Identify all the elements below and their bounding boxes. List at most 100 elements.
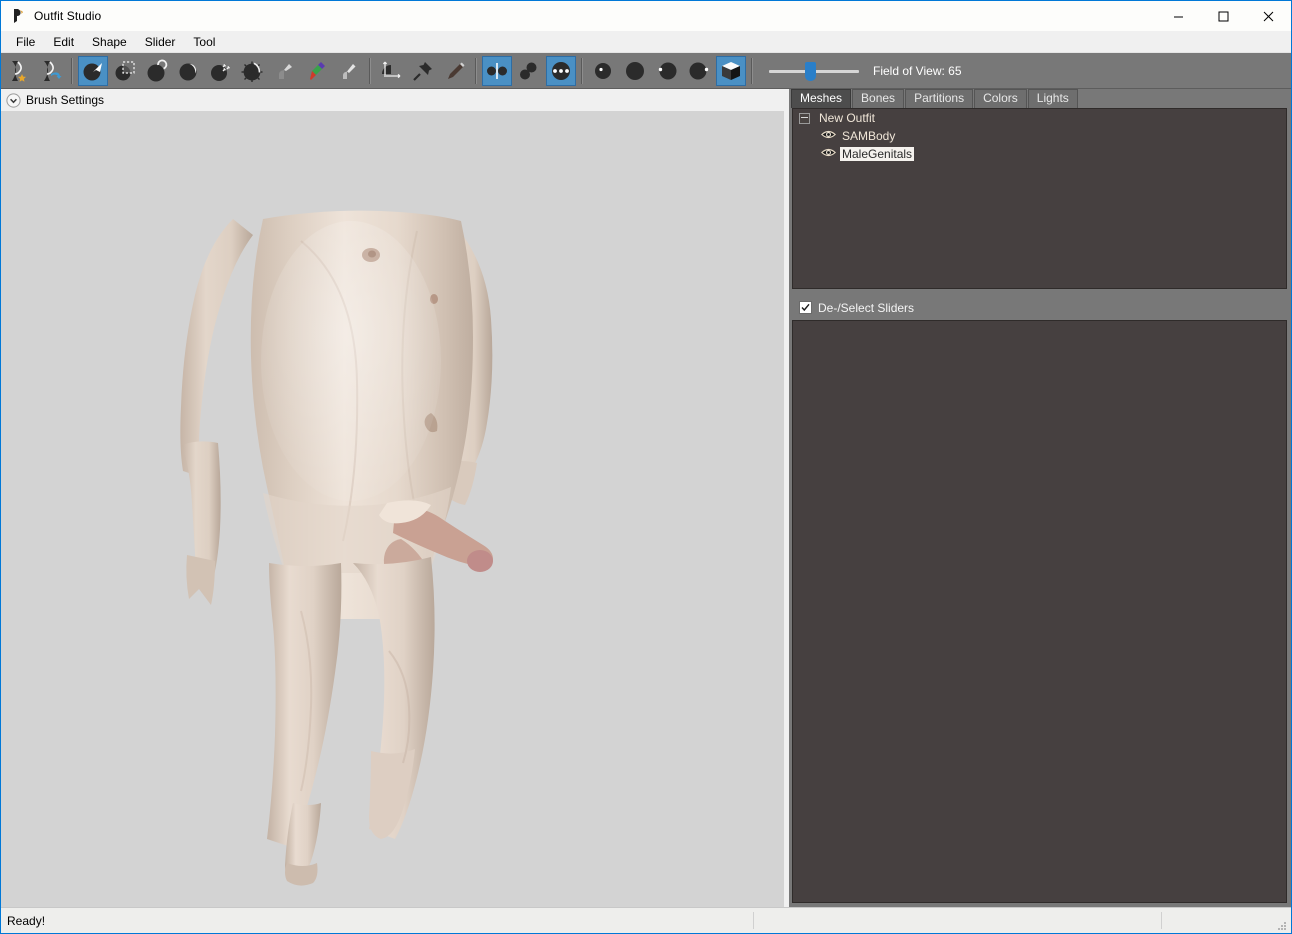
move-brush-icon <box>209 59 233 83</box>
right-panel: Meshes Bones Partitions Colors Lights Ne… <box>789 89 1291 907</box>
eye-visible-icon[interactable] <box>820 147 837 161</box>
menu-slider[interactable]: Slider <box>136 33 185 51</box>
smooth-brush-icon <box>241 59 265 83</box>
tool-alpha-paint-button[interactable] <box>334 56 364 86</box>
status-field-2 <box>753 912 1161 929</box>
tool-smooth-button[interactable] <box>238 56 268 86</box>
field-of-view-slider[interactable] <box>769 61 859 81</box>
toggle-connected-only-button[interactable] <box>514 56 544 86</box>
marquee-select-icon <box>113 59 137 83</box>
menu-shape[interactable]: Shape <box>83 33 136 51</box>
toggle-solid-view-button[interactable] <box>716 55 746 86</box>
symmetry-mirror-icon <box>485 59 509 83</box>
male-body-mesh <box>1 111 784 907</box>
tool-inflate-button[interactable] <box>142 56 172 86</box>
chevron-down-circle-icon[interactable] <box>6 92 21 108</box>
tree-item-new-outfit[interactable]: New Outfit <box>793 109 1286 127</box>
menu-bar: File Edit Shape Slider Tool <box>1 31 1291 53</box>
wireframe-icon <box>687 59 711 83</box>
tool-deflate-button[interactable] <box>174 56 204 86</box>
tool-marquee-button[interactable] <box>110 56 140 86</box>
tool-select-button[interactable] <box>78 55 108 86</box>
close-button[interactable] <box>1246 1 1291 31</box>
viewport-column: Brush Settings <box>1 89 784 907</box>
deselect-sliders-checkbox[interactable] <box>799 301 812 314</box>
tree-item-malegenitals[interactable]: MaleGenitals <box>793 145 1286 163</box>
tab-meshes[interactable]: Meshes <box>791 89 852 108</box>
status-field-3 <box>1161 912 1291 929</box>
tool-pivot-button[interactable] <box>408 56 438 86</box>
toolbar-separator <box>475 57 477 84</box>
right-panel-tabs: Meshes Bones Partitions Colors Lights <box>789 89 1291 108</box>
title-bar: Outfit Studio <box>1 1 1291 31</box>
load-reference-button[interactable] <box>36 56 66 86</box>
toolbar-separator <box>581 57 583 84</box>
color-paint-icon <box>305 59 329 83</box>
inflate-brush-icon <box>145 59 169 83</box>
outfit-studio-icon <box>10 8 26 24</box>
brush-settings-panel-header[interactable]: Brush Settings <box>1 89 784 111</box>
status-bar: Ready! <box>1 907 1291 933</box>
vertex-edit-icon <box>443 59 467 83</box>
tool-weight-paint-button[interactable] <box>270 56 300 86</box>
toggle-wireframe-button[interactable] <box>684 56 714 86</box>
select-brush-icon <box>81 59 105 83</box>
title-bar-left: Outfit Studio <box>1 8 101 24</box>
toggle-show-vertices-button[interactable] <box>546 55 576 86</box>
save-project-button[interactable] <box>4 56 34 86</box>
mesh-tree[interactable]: New Outfit SAMBody MaleGenitals <box>792 108 1287 289</box>
deselect-sliders-row[interactable]: De-/Select Sliders <box>789 298 1291 317</box>
deselect-sliders-label: De-/Select Sliders <box>818 300 915 315</box>
tree-item-label: SAMBody <box>842 129 896 143</box>
main-content: Brush Settings Meshes Bones Partitions C… <box>1 89 1291 907</box>
tab-colors[interactable]: Colors <box>974 89 1027 108</box>
texture-icon <box>655 59 679 83</box>
weight-paint-icon <box>273 59 297 83</box>
resize-grip-icon[interactable] <box>1276 919 1288 931</box>
tree-item-label: New Outfit <box>819 111 876 125</box>
eye-visible-icon[interactable] <box>820 129 837 143</box>
tool-transform-button[interactable] <box>376 56 406 86</box>
toolbar-separator <box>71 57 73 84</box>
main-toolbar: Field of View: 65 <box>1 53 1291 89</box>
deflate-brush-icon <box>177 59 201 83</box>
tool-vertex-edit-button[interactable] <box>440 56 470 86</box>
connected-only-icon <box>517 59 541 83</box>
toggle-x-mirror-button[interactable] <box>588 56 618 86</box>
mesh-genitals-tip <box>467 550 493 572</box>
brush-settings-label: Brush Settings <box>26 93 105 107</box>
collapse-toggle-icon[interactable] <box>799 112 810 124</box>
maximize-button[interactable] <box>1201 1 1246 31</box>
tree-item-label: MaleGenitals <box>840 147 915 161</box>
sliders-list-panel[interactable] <box>792 320 1287 903</box>
toggle-texture-button[interactable] <box>652 56 682 86</box>
toolbar-separator <box>751 57 753 84</box>
minimize-button[interactable] <box>1156 1 1201 31</box>
menu-edit[interactable]: Edit <box>44 33 83 51</box>
tree-item-sambody[interactable]: SAMBody <box>793 127 1286 145</box>
tab-bones[interactable]: Bones <box>852 89 905 108</box>
toggle-lighting-button[interactable] <box>620 56 650 86</box>
status-message: Ready! <box>7 913 46 928</box>
window-title: Outfit Studio <box>34 9 102 23</box>
cube-view-icon <box>719 59 743 83</box>
pivot-pin-icon <box>411 59 435 83</box>
x-mirror-icon <box>591 59 615 83</box>
field-of-view-label: Field of View: 65 <box>873 63 962 78</box>
lighting-icon <box>623 59 647 83</box>
menu-tool[interactable]: Tool <box>184 33 224 51</box>
tab-partitions[interactable]: Partitions <box>905 89 974 108</box>
field-of-view-thumb[interactable] <box>805 61 816 81</box>
show-vertices-icon <box>549 59 573 83</box>
tab-lights[interactable]: Lights <box>1027 89 1078 108</box>
3d-viewport[interactable] <box>1 111 784 907</box>
menu-file[interactable]: File <box>7 33 44 51</box>
toggle-symmetry-button[interactable] <box>482 55 512 86</box>
load-reference-icon <box>39 59 63 83</box>
outfit-studio-window: Outfit Studio File Edit Shape Slider Too… <box>0 0 1292 934</box>
toolbar-separator <box>369 57 371 84</box>
alpha-paint-icon <box>337 59 361 83</box>
tool-color-paint-button[interactable] <box>302 56 332 86</box>
tool-move-button[interactable] <box>206 56 236 86</box>
transform-icon <box>379 59 403 83</box>
